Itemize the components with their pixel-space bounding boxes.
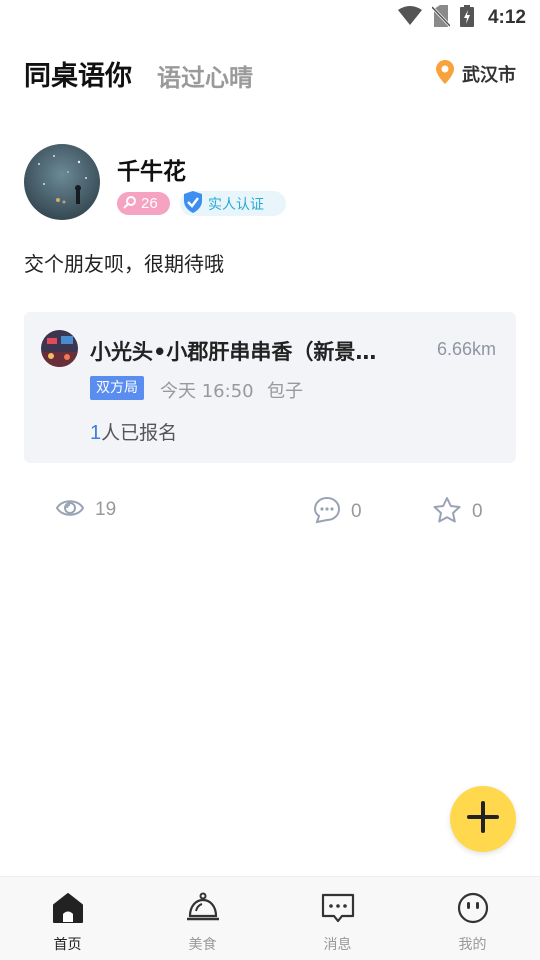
message-icon [320, 891, 356, 925]
female-icon [123, 194, 137, 213]
status-bar: 4:12 [0, 0, 540, 36]
verified-badge: 实人认证 [180, 190, 286, 218]
plus-icon [466, 800, 500, 838]
shop-thumbnail [41, 330, 78, 367]
battery-charging-icon [459, 5, 474, 31]
nav-label-messages: 消息 [323, 937, 352, 953]
comment-icon [313, 496, 341, 528]
location-text: 武汉市 [462, 65, 516, 86]
eye-icon [55, 496, 85, 524]
service-bell-icon [185, 891, 221, 925]
home-icon [52, 891, 84, 925]
verified-label: 实人认证 [208, 196, 264, 213]
event-host: 包子 [267, 381, 303, 402]
status-time: 4:12 [487, 7, 526, 28]
post-text: 交个朋友呗，很期待哦 [24, 252, 224, 276]
event-type-tag: 双方局 [90, 376, 144, 400]
star-icon [432, 496, 462, 528]
level-badge: 26 [117, 192, 170, 215]
header: 同桌语你 语过心晴 武汉市 [0, 50, 540, 98]
nav-item-food[interactable]: 美食 [135, 877, 270, 960]
signup-info: 1人已报名 [90, 418, 177, 445]
profile-face-icon [457, 891, 489, 925]
views-count: 19 [95, 499, 117, 520]
views-stat: 19 [55, 496, 116, 524]
favorites-count: 0 [472, 501, 483, 522]
status-icons: 4:12 [397, 5, 526, 31]
nav-label-food: 美食 [188, 937, 217, 953]
no-sim-icon [430, 5, 452, 31]
nav-item-profile[interactable]: 我的 [405, 877, 540, 960]
app-slogan: 语过心晴 [157, 64, 253, 92]
bottom-nav: 首页 美食 消息 我的 [0, 876, 540, 960]
user-name[interactable]: 千牛花 [117, 152, 186, 186]
avatar[interactable] [24, 144, 100, 220]
distance: 6.66km [436, 339, 496, 359]
event-card[interactable]: 小光头•小郡肝串串香（新景… 6.66km 双方局 今天 16:50 包子 1人… [24, 312, 516, 463]
signup-text: 人已报名 [101, 422, 178, 444]
location-pin-icon [436, 60, 454, 88]
nav-item-messages[interactable]: 消息 [270, 877, 405, 960]
nav-label-profile: 我的 [458, 937, 487, 953]
comments-count: 0 [351, 501, 362, 522]
event-time: 今天 16:50 [160, 381, 254, 402]
create-post-button[interactable] [450, 786, 516, 852]
favorites-stat[interactable]: 0 [432, 496, 483, 528]
wifi-icon [397, 6, 422, 30]
shop-name: 小光头•小郡肝串串香（新景… [90, 340, 377, 364]
shield-check-icon [182, 190, 204, 218]
nav-item-home[interactable]: 首页 [0, 877, 135, 960]
app-title: 同桌语你 [24, 61, 132, 92]
comments-stat[interactable]: 0 [313, 496, 362, 528]
location-selector[interactable]: 武汉市 [436, 60, 516, 88]
signup-count: 1 [90, 422, 102, 444]
nav-label-home: 首页 [53, 937, 82, 953]
level-value: 26 [141, 195, 158, 212]
